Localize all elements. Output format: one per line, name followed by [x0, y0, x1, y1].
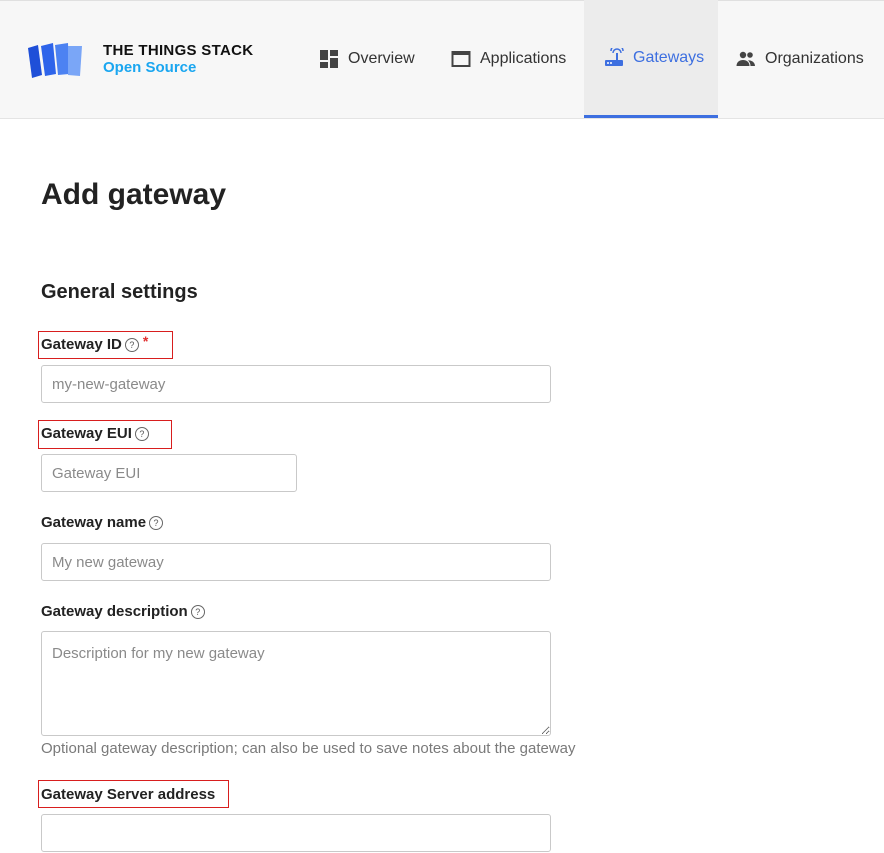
dashboard-icon [320, 50, 338, 68]
gateway-server-address-label-text: Gateway Server address [41, 786, 216, 803]
people-icon [736, 51, 755, 66]
gateway-eui-label-text: Gateway EUI [41, 425, 132, 442]
nav-overview-label: Overview [348, 50, 415, 67]
things-stack-logo-icon [28, 43, 82, 78]
help-icon[interactable]: ? [149, 515, 164, 530]
gateway-id-input[interactable] [41, 365, 551, 403]
brand-name: THE THINGS STACK [103, 42, 254, 59]
help-icon[interactable]: ? [134, 426, 149, 441]
required-marker: * [142, 332, 149, 349]
top-navigation-bar: THE THINGS STACK Open Source Overview Ap… [0, 0, 884, 119]
window-icon [451, 51, 471, 67]
brand-logo[interactable]: THE THINGS STACK Open Source [28, 40, 268, 80]
gateway-server-address-input[interactable] [41, 814, 551, 852]
gateway-id-label-text: Gateway ID [41, 336, 122, 353]
nav-gateways[interactable]: Gateways [584, 0, 718, 118]
nav-overview[interactable]: Overview [319, 0, 415, 118]
gateway-description-textarea[interactable] [41, 631, 551, 736]
nav-applications-label: Applications [480, 50, 567, 67]
nav-applications[interactable]: Applications [451, 0, 566, 118]
brand-edition: Open Source [103, 59, 197, 76]
nav-gateways-label: Gateways [633, 48, 705, 66]
nav-organizations-label: Organizations [765, 50, 864, 67]
gateway-eui-input[interactable] [41, 454, 297, 492]
router-icon [605, 47, 624, 66]
help-icon[interactable]: ? [190, 604, 205, 619]
gateway-name-label: Gateway name ? [41, 514, 164, 531]
section-title: General settings [41, 281, 198, 303]
gateway-description-label: Gateway description ? [41, 603, 205, 620]
gateway-id-label: Gateway ID ? * [41, 332, 149, 354]
gateway-name-input[interactable] [41, 543, 551, 581]
gateway-name-label-text: Gateway name [41, 514, 147, 531]
nav-organizations[interactable]: Organizations [736, 0, 864, 118]
page-title: Add gateway [41, 178, 227, 211]
gateway-description-label-text: Gateway description [41, 603, 188, 620]
help-icon[interactable]: ? [124, 337, 139, 352]
gateway-eui-label: Gateway EUI ? [41, 425, 149, 442]
gateway-description-hint: Optional gateway description; can also b… [41, 740, 576, 757]
gateway-server-address-label: Gateway Server address [41, 786, 215, 803]
